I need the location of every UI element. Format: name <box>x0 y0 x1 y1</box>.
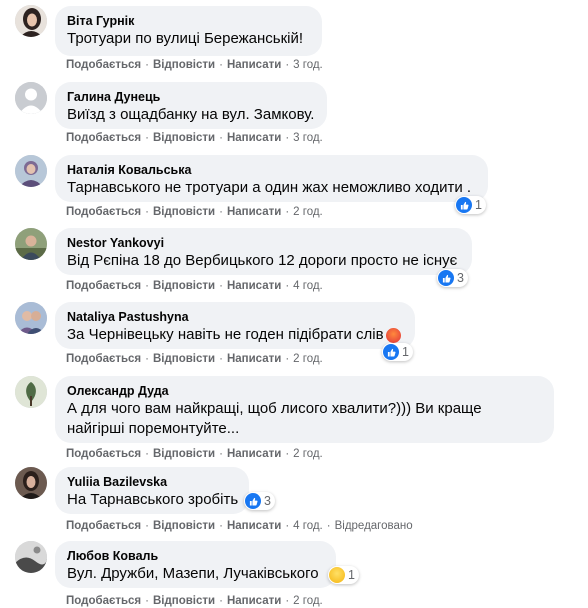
comment-actions: Подобається · Відповісти · Написати · 4 год. · В… <box>66 520 413 532</box>
write-button[interactable]: Написати <box>227 280 281 292</box>
like-icon <box>383 344 399 360</box>
comment-bubble: Yuliia Bazilevska На Тарнавського зробіт… <box>55 467 249 514</box>
comment-text: Вул. Дружби, Мазепи, Лучаківського <box>67 565 319 582</box>
avatar[interactable] <box>15 228 47 260</box>
edited-label: Відредаговано <box>334 520 413 532</box>
comment-bubble: Наталія Ковальська Тарнавського не троту… <box>55 155 488 202</box>
avatar[interactable] <box>15 467 47 499</box>
like-button[interactable]: Подобається <box>66 280 141 292</box>
reply-button[interactable]: Відповісти <box>153 520 215 532</box>
write-button[interactable]: Написати <box>227 206 281 218</box>
reaction-count: 1 <box>475 198 482 212</box>
comment-author[interactable]: Nataliya Pastushyna <box>67 309 403 325</box>
comment-text: Тротуари по вулиці Бережанській! <box>67 30 304 47</box>
comment-text: А для чого вам найкращі, щоб лисого хвал… <box>67 400 482 437</box>
comment-actions: Подобається · Відповісти · Написати · 3 год. <box>66 59 323 71</box>
comment-actions: Подобається · Відповісти · Написати · 3 год. <box>66 132 323 144</box>
laugh-emoji-icon <box>329 567 345 583</box>
reply-button[interactable]: Відповісти <box>153 353 215 365</box>
write-button[interactable]: Написати <box>227 132 281 144</box>
avatar[interactable] <box>15 376 47 408</box>
avatar[interactable] <box>15 82 47 114</box>
comment-author[interactable]: Nestor Yankovyi <box>67 235 460 251</box>
write-button[interactable]: Написати <box>227 448 281 460</box>
angry-face-emoji-icon <box>385 327 401 343</box>
comment-time[interactable]: 4 год. <box>293 280 323 292</box>
comment-time[interactable]: 2 год. <box>293 353 323 365</box>
comment-actions: Подобається · Відповісти · Написати · 2 год. <box>66 448 323 460</box>
comment-time[interactable]: 3 год. <box>293 132 323 144</box>
comment-actions: Подобається · Відповісти · Написати · 2 год. <box>66 595 323 607</box>
reaction-count: 3 <box>264 494 271 508</box>
comment-time[interactable]: 3 год. <box>293 59 323 71</box>
comment-actions: Подобається · Відповісти · Написати · 4 год. <box>66 280 323 292</box>
like-icon <box>456 197 472 213</box>
comment-text: Від Рєпіна 18 до Вербицького 12 дороги п… <box>67 252 458 269</box>
like-button[interactable]: Подобається <box>66 132 141 144</box>
comment-time[interactable]: 2 год. <box>293 448 323 460</box>
write-button[interactable]: Написати <box>227 353 281 365</box>
like-icon <box>245 493 261 509</box>
reaction-count: 1 <box>402 345 409 359</box>
reply-button[interactable]: Відповісти <box>153 59 215 71</box>
reaction-badge[interactable]: 1 <box>455 196 486 214</box>
like-button[interactable]: Подобається <box>66 595 141 607</box>
comment-actions: Подобається · Відповісти · Написати · 2 год. <box>66 353 323 365</box>
reaction-badge[interactable]: 1 <box>382 343 413 361</box>
like-button[interactable]: Подобається <box>66 520 141 532</box>
avatar[interactable] <box>15 5 47 37</box>
comment-author[interactable]: Олександр Дуда <box>67 383 542 399</box>
comment-bubble: Галина Дунець Виїзд з ощадбанку на вул. … <box>55 82 327 129</box>
comment-actions: Подобається · Відповісти · Написати · 2 год. <box>66 206 323 218</box>
comment-author[interactable]: Наталія Ковальська <box>67 162 476 178</box>
write-button[interactable]: Написати <box>227 59 281 71</box>
reply-button[interactable]: Відповісти <box>153 206 215 218</box>
reaction-badge[interactable]: 3 <box>437 269 468 287</box>
comment-text: За Чернівецьку навіть не годен підібрати… <box>67 325 403 345</box>
avatar[interactable] <box>15 155 47 187</box>
comment-text: Тарнавського не тротуари а один жах немо… <box>67 179 472 196</box>
comment-text: Виїзд з ощадбанку на вул. Замкову. <box>67 106 315 123</box>
comment-bubble: Віта Гурнік Тротуари по вулиці Бережансь… <box>55 6 322 56</box>
reaction-count: 1 <box>348 568 355 582</box>
reaction-count: 3 <box>457 271 464 285</box>
reply-button[interactable]: Відповісти <box>153 132 215 144</box>
avatar[interactable] <box>15 541 47 573</box>
comment-time[interactable]: 2 год. <box>293 206 323 218</box>
reaction-badge[interactable]: 3 <box>244 492 275 510</box>
comment-bubble: Олександр Дуда А для чого вам найкращі, … <box>55 376 554 443</box>
like-button[interactable]: Подобається <box>66 59 141 71</box>
reply-button[interactable]: Відповісти <box>153 448 215 460</box>
like-button[interactable]: Подобається <box>66 448 141 460</box>
like-icon <box>438 270 454 286</box>
reply-button[interactable]: Відповісти <box>153 280 215 292</box>
like-button[interactable]: Подобається <box>66 206 141 218</box>
comment-author[interactable]: Любов Коваль <box>67 548 324 564</box>
comment-author[interactable]: Галина Дунець <box>67 89 315 105</box>
like-button[interactable]: Подобається <box>66 353 141 365</box>
comment-bubble: Nestor Yankovyi Від Рєпіна 18 до Вербиць… <box>55 228 472 275</box>
comment-author[interactable]: Віта Гурнік <box>67 13 310 29</box>
avatar[interactable] <box>15 302 47 334</box>
write-button[interactable]: Написати <box>227 520 281 532</box>
comment-bubble: Любов Коваль Вул. Дружби, Мазепи, Лучакі… <box>55 541 336 588</box>
comment-author[interactable]: Yuliia Bazilevska <box>67 474 237 490</box>
reaction-badge[interactable]: 1 <box>328 566 359 584</box>
write-button[interactable]: Написати <box>227 595 281 607</box>
comment-bubble: Nataliya Pastushyna За Чернівецьку навіт… <box>55 302 415 349</box>
comment-text: На Тарнавського зробіть <box>67 491 239 508</box>
comment-time[interactable]: 2 год. <box>293 595 323 607</box>
comment-time[interactable]: 4 год. <box>293 520 323 532</box>
reply-button[interactable]: Відповісти <box>153 595 215 607</box>
